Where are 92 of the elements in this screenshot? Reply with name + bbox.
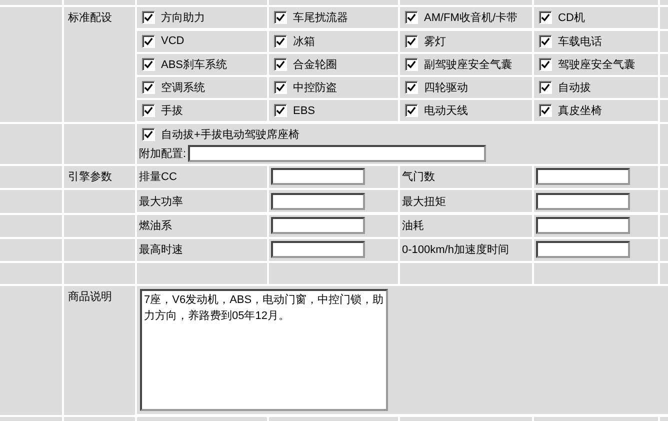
table-cell	[0, 238, 62, 262]
checkbox[interactable]	[142, 58, 155, 71]
checkbox[interactable]	[142, 104, 155, 118]
input-field[interactable]	[536, 217, 630, 234]
table-cell	[0, 263, 62, 284]
input-field[interactable]	[271, 192, 365, 210]
checkbox[interactable]	[274, 58, 287, 71]
input-field[interactable]	[536, 192, 630, 210]
checkbox[interactable]	[274, 81, 287, 94]
checkbox[interactable]	[274, 11, 287, 24]
field-label: 附加配置:	[139, 146, 186, 161]
input-field[interactable]	[271, 241, 365, 258]
field-label: 排量CC	[139, 170, 177, 184]
table-cell	[660, 416, 668, 421]
table-cell	[64, 416, 135, 421]
table-cell	[660, 124, 668, 164]
field-label: 气门数	[402, 170, 435, 184]
checkbox[interactable]	[405, 34, 418, 48]
table-cell	[660, 214, 668, 237]
checkbox[interactable]	[539, 11, 552, 24]
checkbox-label: 手拔	[161, 104, 183, 118]
input-field[interactable]	[271, 168, 365, 186]
checkbox-label: 车载电话	[558, 34, 602, 49]
checkbox-label: 中控防盗	[293, 81, 337, 96]
section-label: 商品说明	[68, 291, 112, 304]
checkbox-label: 方向助力	[161, 10, 205, 26]
checkbox[interactable]	[405, 104, 418, 118]
field-label: 最大功率	[139, 194, 183, 209]
field-label: 油耗	[402, 219, 424, 234]
table-cell	[0, 166, 62, 188]
checkbox-label: 驾驶座安全气囊	[558, 58, 635, 72]
checkbox-label: CD机	[558, 11, 585, 26]
checkbox[interactable]	[274, 104, 287, 118]
table-cell	[660, 7, 668, 29]
table-cell	[0, 124, 62, 164]
input-field[interactable]	[188, 144, 486, 162]
checkbox-label: 真皮坐椅	[558, 104, 602, 118]
table-cell	[660, 166, 668, 188]
checkbox-label: 合金轮圈	[293, 58, 337, 72]
checkbox-label: 冰箱	[293, 34, 315, 49]
field-label: 0-100km/h加速度时间	[402, 242, 509, 258]
checkbox[interactable]	[405, 81, 418, 94]
checkbox-label: AM/FM收音机/卡带	[424, 10, 518, 26]
checkbox-label: 自动拔	[558, 81, 591, 96]
table-cell	[64, 238, 135, 262]
table-cell	[660, 263, 668, 284]
table-cell	[64, 0, 135, 5]
checkbox-label: VCD	[161, 35, 184, 48]
checkbox-label: 空调系统	[161, 80, 205, 96]
checkbox[interactable]	[539, 58, 552, 71]
field-label: 最高时速	[139, 242, 183, 258]
input-field[interactable]	[536, 168, 630, 186]
table-cell	[64, 214, 135, 237]
table-cell	[64, 263, 135, 284]
checkbox[interactable]	[142, 11, 155, 24]
checkbox[interactable]	[274, 34, 287, 48]
table-cell	[660, 0, 668, 5]
checkbox[interactable]	[142, 81, 155, 94]
input-field[interactable]	[536, 241, 630, 258]
table-cell	[660, 54, 668, 76]
section-label: 标准配设	[68, 12, 112, 24]
input-field[interactable]	[271, 217, 365, 234]
table-cell	[64, 190, 135, 213]
checkbox-label: ABS刹车系统	[161, 58, 228, 72]
checkbox[interactable]	[405, 11, 418, 24]
table-cell	[660, 30, 668, 52]
checkbox[interactable]	[405, 58, 418, 71]
checkbox-label: 自动拔+手拔电动驾驶席座椅	[161, 128, 300, 142]
checkbox[interactable]	[539, 104, 552, 118]
field-label: 燃油系	[139, 218, 172, 234]
checkbox[interactable]	[539, 34, 552, 48]
table-cell	[0, 0, 62, 5]
table-cell	[0, 416, 62, 421]
table-cell	[0, 190, 62, 213]
checkbox-label: EBS	[293, 104, 316, 117]
checkbox[interactable]	[142, 34, 155, 48]
description-textarea[interactable]: 7座，V6发动机，ABS，电动门窗，中控门锁，助力方向，养路费到05年12月。	[140, 289, 388, 412]
section-label: 引擎参数	[68, 170, 112, 183]
checkbox[interactable]	[539, 81, 552, 94]
checkbox-label: 副驾驶座安全气囊	[424, 58, 512, 72]
table-cell	[660, 190, 668, 213]
table-cell	[660, 100, 668, 122]
table-cell	[660, 77, 668, 98]
checkbox[interactable]	[142, 128, 155, 141]
table-cell	[660, 238, 668, 262]
checkbox-label: 四轮驱动	[424, 81, 468, 96]
table-cell	[64, 124, 135, 164]
checkbox-label: 电动天线	[424, 104, 468, 118]
checkbox-label: 雾灯	[424, 34, 446, 49]
checkbox-label: 车尾扰流器	[293, 10, 348, 26]
table-cell	[0, 214, 62, 237]
field-label: 最大扭矩	[402, 194, 446, 209]
